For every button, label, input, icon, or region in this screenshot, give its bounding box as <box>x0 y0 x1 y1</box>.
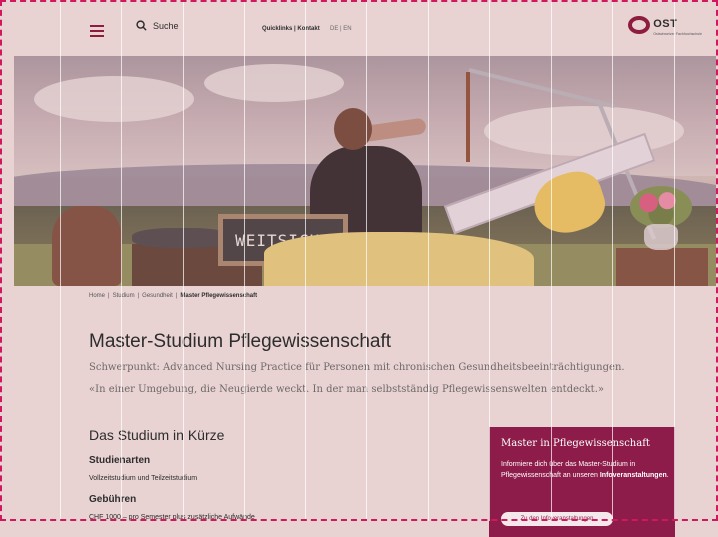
infobox-text: Informiere dich über das Master-Studium … <box>501 459 669 481</box>
infoveranstaltungen-button[interactable]: Zu den Infoveranstaltungen <box>501 512 613 526</box>
fact-value-gebuehren: CHF 1000.– pro Semester plus zusätzliche… <box>89 514 255 521</box>
infobox-text-end: . <box>666 472 669 479</box>
language-switcher[interactable]: DE | EN <box>330 26 352 32</box>
section-title: Das Studium in Kürze <box>89 427 225 443</box>
logo-ring-icon <box>628 16 651 34</box>
search-button[interactable]: Suche <box>136 20 179 31</box>
breadcrumb-separator: | <box>137 293 140 299</box>
logo-subtitle: Ostschweizer Fachhochschule <box>653 32 702 36</box>
breadcrumb-separator: | <box>175 293 178 299</box>
fact-value-studienarten: Vollzeitstudium und Teilzeitstudium <box>89 475 198 482</box>
quicklinks-contact-links[interactable]: Quicklinks | Kontakt <box>262 26 320 32</box>
breadcrumb-gesundheit[interactable]: Gesundheit <box>142 293 173 299</box>
breadcrumb: Home | Studium | Gesundheit | Master Pfl… <box>89 293 257 299</box>
site-header: Suche Quicklinks | Kontakt DE | EN OST O… <box>14 6 704 58</box>
page-subtitle: Schwerpunkt: Advanced Nursing Practice f… <box>89 362 625 373</box>
page-quote: «In einer Umgebung, die Neugierde weckt.… <box>89 384 604 395</box>
breadcrumb-home[interactable]: Home <box>89 293 105 299</box>
hamburger-menu-icon[interactable] <box>90 25 104 37</box>
search-icon <box>136 20 147 31</box>
breadcrumb-current: Master Pflegewissenschaft <box>180 293 258 299</box>
fact-label-studienarten: Studienarten <box>89 455 151 466</box>
breadcrumb-studium[interactable]: Studium <box>113 293 135 299</box>
logo-name: OST <box>653 18 678 30</box>
infobox-link[interactable]: Infoveranstaltungen <box>600 472 667 479</box>
breadcrumb-separator: | <box>108 293 110 299</box>
fact-label-gebuehren: Gebühren <box>89 494 137 505</box>
infobox-title: Master in Pflegewissenschaft <box>501 438 650 449</box>
ost-logo[interactable]: OST Ostschweizer Fachhochschule <box>628 14 702 36</box>
search-label: Suche <box>153 20 179 31</box>
hero-image: WEITSICHT <box>14 56 716 286</box>
hero-tint <box>14 56 716 286</box>
page-title: Master-Studium Pflegewissenschaft <box>89 331 392 352</box>
